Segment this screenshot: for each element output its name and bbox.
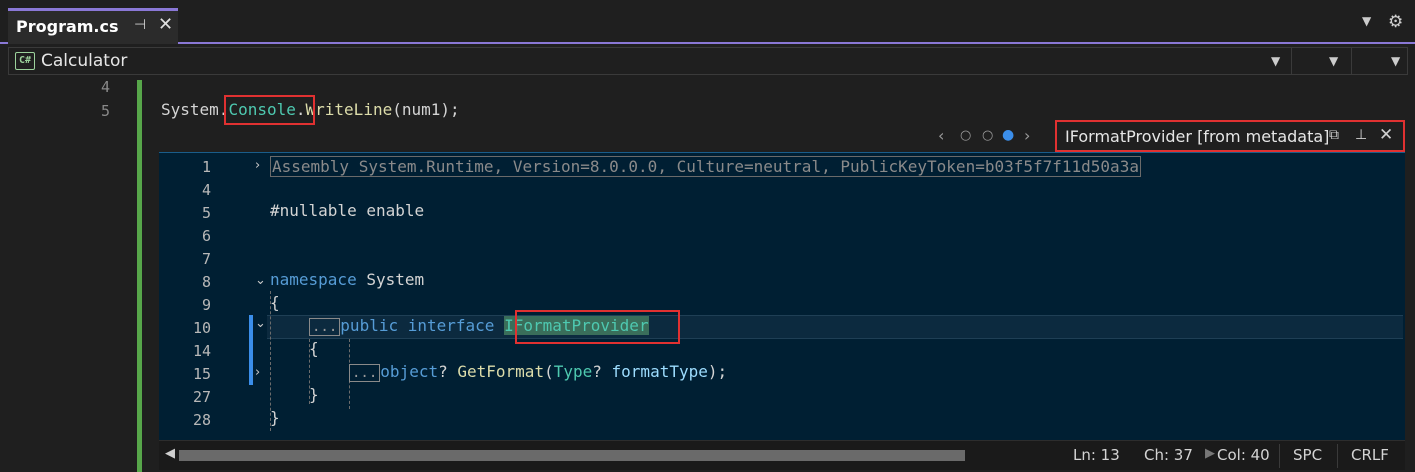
- chevron-left-icon[interactable]: ‹: [938, 126, 944, 145]
- expand-icon[interactable]: ›: [255, 158, 260, 173]
- line-number: 28: [192, 411, 211, 429]
- change-tracking-bar: [137, 80, 142, 472]
- code-token: System: [161, 100, 219, 119]
- char-indicator: Ch: 37: [1144, 446, 1193, 464]
- method-name: GetFormat: [457, 362, 545, 381]
- line-number: 8: [201, 273, 211, 291]
- chevron-down-icon[interactable]: ▼: [1271, 54, 1280, 68]
- code-token: WriteLine: [305, 100, 393, 119]
- keyword: object: [380, 362, 439, 381]
- horizontal-scrollbar[interactable]: [179, 450, 965, 461]
- line-number: 5: [201, 204, 211, 222]
- chevron-down-icon[interactable]: ▼: [1362, 14, 1371, 28]
- divider: [1279, 444, 1280, 468]
- pin-icon[interactable]: ⊥: [1355, 127, 1367, 143]
- project-dropdown[interactable]: Calculator: [41, 51, 127, 71]
- editor-edge: [1405, 76, 1415, 472]
- code-token: (: [544, 362, 554, 381]
- scroll-right-icon[interactable]: ▶: [1205, 446, 1215, 461]
- csharp-project-icon: C#: [15, 52, 35, 70]
- code-line[interactable]: #nullable enable: [270, 201, 424, 220]
- peek-header: IFormatProvider [from metadata] ⧉ ⊥ ✕: [1055, 120, 1405, 152]
- collapse-icon[interactable]: ⌄: [255, 273, 266, 288]
- highlight-box: [224, 95, 315, 125]
- parameter-name: formatType: [611, 362, 708, 381]
- peek-title[interactable]: IFormatProvider [from metadata]: [1065, 127, 1329, 146]
- line-number: 10: [192, 319, 211, 337]
- chevron-down-icon[interactable]: ▼: [1391, 54, 1400, 68]
- divider: [1291, 48, 1292, 74]
- peek-status-bar: ◀ ▶ Ln: 13 Ch: 37 Col: 40 SPC CRLF: [159, 440, 1405, 470]
- line-number: 14: [192, 342, 211, 360]
- divider: [1337, 444, 1338, 468]
- selection-marker: [249, 315, 253, 385]
- promote-to-document-icon[interactable]: ⧉: [1329, 127, 1339, 143]
- line-number: 9: [201, 296, 211, 314]
- code-line[interactable]: }: [270, 408, 280, 427]
- gear-icon[interactable]: ⚙: [1388, 12, 1403, 32]
- pin-icon[interactable]: ⊣: [134, 17, 146, 33]
- line-ending-mode[interactable]: CRLF: [1351, 446, 1389, 464]
- collapsed-region[interactable]: ...: [309, 318, 341, 336]
- line-number: 6: [201, 227, 211, 245]
- line-number: 15: [192, 365, 211, 383]
- keyword: namespace: [270, 270, 357, 289]
- code-token: ?: [592, 362, 602, 381]
- peek-definition-panel[interactable]: 1 4 5 6 7 8 9 10 14 15 27 28 › ⌄ ⌄ › Ass…: [159, 152, 1405, 440]
- expand-icon[interactable]: ›: [255, 365, 260, 380]
- collapse-icon[interactable]: ⌄: [255, 316, 266, 331]
- keyword: public: [340, 316, 399, 335]
- type-name: Type: [553, 362, 593, 381]
- line-number: 5: [100, 102, 110, 120]
- close-icon[interactable]: ✕: [158, 14, 173, 35]
- tab-program-cs[interactable]: Program.cs ⊣ ✕: [8, 8, 178, 44]
- line-number: 27: [192, 388, 211, 406]
- keyword: interface: [407, 316, 495, 335]
- code-line[interactable]: {: [270, 293, 280, 312]
- code-line[interactable]: {: [309, 339, 319, 358]
- close-icon[interactable]: ✕: [1379, 125, 1393, 145]
- line-number: 4: [100, 78, 110, 96]
- navigation-bar: C# Calculator ▼ ▼ ▼: [8, 47, 1408, 75]
- line-indicator: Ln: 13: [1073, 446, 1120, 464]
- namespace-name: System: [366, 270, 425, 289]
- code-token: (num1);: [392, 100, 460, 119]
- line-number: 1: [201, 158, 211, 176]
- document-tab-strip: Program.cs ⊣ ✕ ▼ ⚙: [0, 0, 1415, 44]
- tab-title: Program.cs: [16, 17, 119, 36]
- scroll-left-icon[interactable]: ◀: [165, 446, 175, 461]
- code-token: );: [707, 362, 728, 381]
- chevron-right-icon[interactable]: ›: [1024, 126, 1030, 145]
- highlight-box: [515, 310, 680, 344]
- whitespace-mode[interactable]: SPC: [1293, 446, 1322, 464]
- nav-dot[interactable]: ○: [960, 128, 971, 143]
- code-line[interactable]: namespace System: [270, 270, 424, 289]
- collapsed-assembly-region[interactable]: Assembly System.Runtime, Version=8.0.0.0…: [270, 156, 1141, 177]
- divider: [1351, 48, 1352, 74]
- collapsed-region[interactable]: ...: [349, 364, 381, 382]
- code-line[interactable]: }: [309, 385, 319, 404]
- code-token: ?: [438, 362, 448, 381]
- chevron-down-icon[interactable]: ▼: [1329, 54, 1338, 68]
- nav-dot[interactable]: ○: [982, 128, 993, 143]
- line-number: 4: [201, 181, 211, 199]
- column-indicator: Col: 40: [1217, 446, 1270, 464]
- nav-dot-active[interactable]: ●: [1002, 127, 1014, 143]
- line-number: 7: [201, 250, 211, 268]
- code-line[interactable]: ... object? GetFormat(Type? formatType);: [349, 362, 727, 382]
